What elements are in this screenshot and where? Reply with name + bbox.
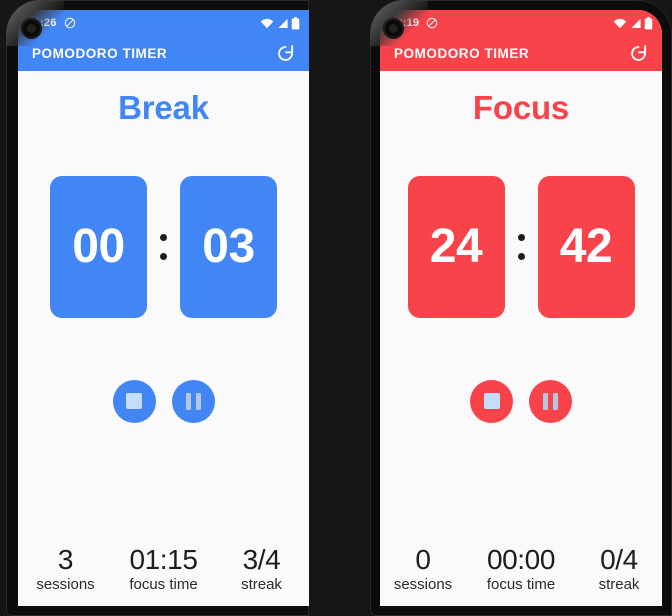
cellular-signal-icon	[276, 18, 289, 29]
left-phone-screen: 11:26 POMODORO TIMER Break 00 03 3 sessi…	[18, 10, 309, 606]
stat-label: focus time	[129, 576, 198, 593]
stat-value: 0	[415, 543, 431, 575]
stat-label: focus time	[486, 576, 556, 593]
do-not-disturb-icon	[426, 17, 438, 29]
timer-separator	[517, 233, 525, 260]
screenshot-stage: 11:26 POMODORO TIMER Break 00 03 3 sessi…	[0, 0, 672, 616]
minutes-card: 24	[407, 175, 505, 318]
status-bar-right	[613, 16, 653, 30]
stat-value: 0/4	[600, 543, 638, 575]
timer-controls	[380, 379, 662, 423]
mode-title: Focus	[472, 89, 570, 126]
pause-icon	[185, 392, 201, 410]
pause-icon	[543, 392, 558, 410]
stat-label: streak	[241, 576, 282, 593]
stat-focus-time: 00:00 focus time	[485, 544, 557, 594]
front-camera	[383, 18, 404, 39]
stats-bar: 3 sessions 01:15 focus time 3/4 streak	[18, 544, 309, 606]
front-camera	[21, 18, 42, 39]
stat-streak: 3/4 streak	[226, 544, 298, 594]
refresh-icon[interactable]	[625, 41, 651, 67]
stat-label: streak	[598, 576, 640, 593]
app-bar: POMODORO TIMER	[380, 36, 662, 71]
pause-button[interactable]	[529, 379, 572, 423]
stat-value: 3/4	[242, 543, 281, 575]
do-not-disturb-icon	[64, 17, 76, 29]
right-phone-device: 12:19 POMODORO TIMER Focus 24 42 0 sessi…	[370, 0, 672, 616]
app-title: POMODORO TIMER	[394, 46, 530, 61]
wifi-icon	[260, 18, 274, 29]
timer-display: 24 42	[380, 175, 662, 318]
stop-button[interactable]	[112, 379, 156, 423]
timer-controls	[18, 379, 309, 423]
stat-streak: 0/4 streak	[583, 544, 655, 594]
stop-button[interactable]	[470, 379, 513, 423]
status-bar: 11:26	[18, 10, 309, 36]
app-content: Focus 24 42 0 sessions 00:00 focus time …	[380, 71, 662, 606]
stop-icon	[126, 393, 142, 410]
stat-focus-time: 01:15 focus time	[128, 544, 200, 594]
stat-sessions: 0 sessions	[387, 544, 459, 594]
stat-value: 3	[57, 543, 74, 575]
stats-bar: 0 sessions 00:00 focus time 0/4 streak	[380, 544, 662, 606]
battery-icon	[291, 16, 300, 30]
app-title: POMODORO TIMER	[32, 46, 168, 61]
refresh-icon[interactable]	[272, 41, 298, 67]
mode-title: Break	[118, 89, 209, 126]
stop-icon	[483, 393, 500, 410]
status-bar: 12:19	[380, 10, 662, 36]
stat-label: sessions	[393, 576, 453, 593]
stat-value: 00:00	[486, 543, 556, 575]
stat-sessions: 3 sessions	[30, 544, 102, 594]
app-content: Break 00 03 3 sessions 01:15 focus time …	[18, 71, 309, 606]
timer-display: 00 03	[18, 175, 309, 318]
seconds-card: 42	[537, 175, 635, 318]
status-bar-right	[260, 16, 300, 30]
pause-button[interactable]	[171, 379, 215, 423]
left-phone-device: 11:26 POMODORO TIMER Break 00 03 3 sessi…	[6, 0, 309, 616]
right-phone-screen: 12:19 POMODORO TIMER Focus 24 42 0 sessi…	[380, 10, 662, 606]
seconds-card: 03	[180, 175, 277, 318]
stat-label: sessions	[36, 576, 95, 593]
timer-separator	[160, 233, 167, 260]
minutes-card: 00	[50, 175, 147, 318]
cellular-signal-icon	[629, 18, 642, 29]
wifi-icon	[613, 18, 627, 29]
battery-icon	[644, 16, 653, 30]
app-bar: POMODORO TIMER	[18, 36, 309, 71]
stat-value: 01:15	[129, 543, 198, 575]
